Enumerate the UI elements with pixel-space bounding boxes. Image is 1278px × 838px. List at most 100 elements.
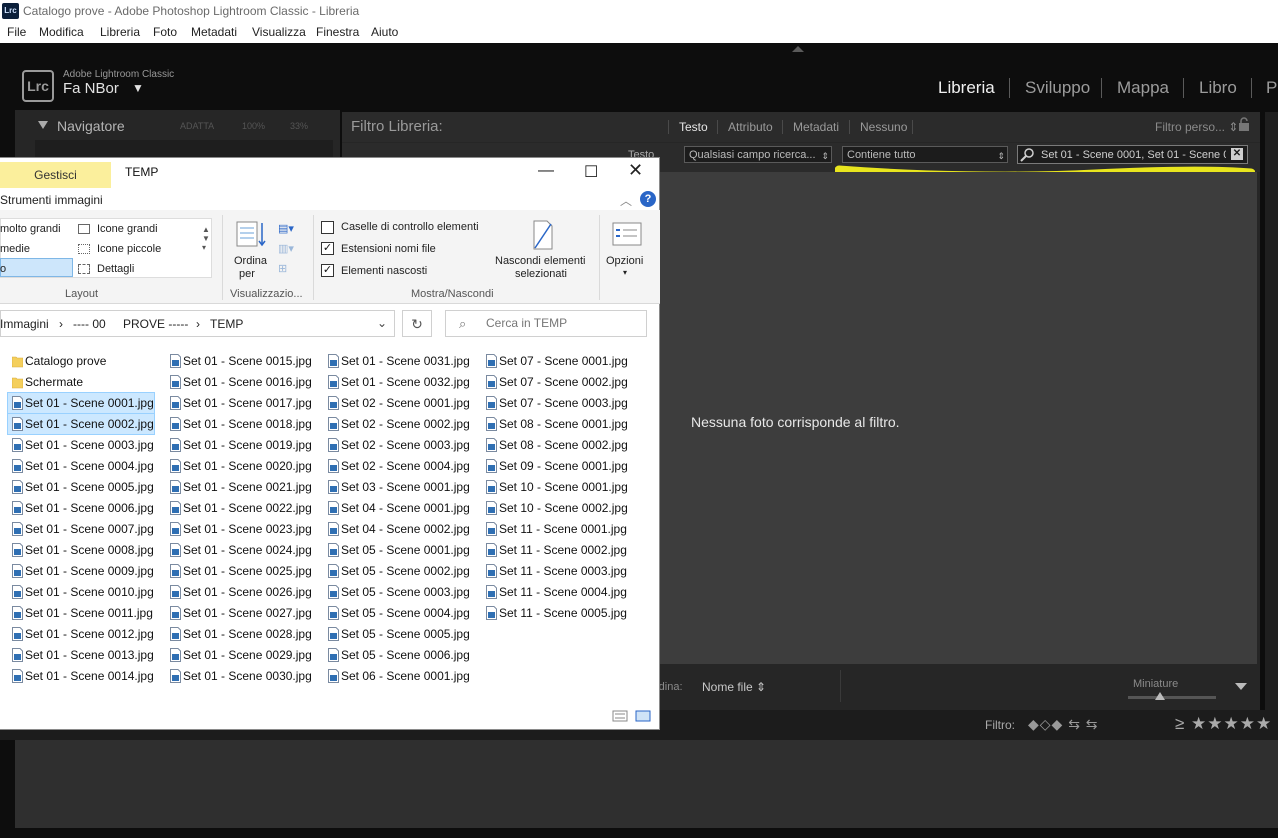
menu-aiuto[interactable]: Aiuto <box>371 25 398 39</box>
layout-small[interactable]: Icone piccole <box>97 243 161 255</box>
file-item[interactable]: Set 05 - Scene 0006.jpg <box>324 645 470 665</box>
filter-tab-attributo[interactable]: Attributo <box>728 120 773 134</box>
file-item[interactable]: Set 05 - Scene 0002.jpg <box>324 561 470 581</box>
maximize-button[interactable]: ☐ <box>584 162 598 182</box>
flag-filter-icons[interactable]: ◆◇◆ ⇆ ⇆ <box>1028 716 1099 733</box>
hide-selected-label[interactable]: Nascondi elementi <box>495 255 586 267</box>
file-item[interactable]: Set 01 - Scene 0015.jpg <box>166 351 312 371</box>
file-item[interactable]: Set 07 - Scene 0001.jpg <box>482 351 628 371</box>
layout-extra-large[interactable]: molto grandi <box>0 223 61 235</box>
file-item[interactable]: Set 01 - Scene 0020.jpg <box>166 456 312 476</box>
menu-libreria[interactable]: Libreria <box>100 25 140 39</box>
module-libreria[interactable]: Libreria <box>938 78 995 98</box>
file-item[interactable]: Set 01 - Scene 0018.jpg <box>166 414 312 434</box>
breadcrumb-temp[interactable]: TEMP <box>210 317 243 331</box>
view-toggle-icons[interactable] <box>612 709 652 723</box>
sort-by-icon[interactable] <box>235 219 267 249</box>
file-item[interactable]: Set 10 - Scene 0001.jpg <box>482 477 628 497</box>
file-item[interactable]: Set 05 - Scene 0005.jpg <box>324 624 470 644</box>
lock-icon[interactable] <box>1238 117 1250 131</box>
module-mappa[interactable]: Mappa <box>1117 78 1169 98</box>
minimize-button[interactable]: — <box>538 162 554 180</box>
layout-selected[interactable] <box>0 258 73 277</box>
search-field-dropdown[interactable]: Qualsiasi campo ricerca... ⇕ <box>684 146 832 163</box>
file-item[interactable]: Set 01 - Scene 0006.jpg <box>8 498 154 518</box>
file-item[interactable]: Set 02 - Scene 0004.jpg <box>324 456 470 476</box>
file-extensions-checkbox[interactable]: ✓ <box>321 242 334 255</box>
sort-dropdown[interactable]: Nome file ⇕ <box>702 680 766 694</box>
menu-metadati[interactable]: Metadati <box>191 25 237 39</box>
close-button[interactable]: ✕ <box>628 160 643 181</box>
file-item[interactable]: Set 01 - Scene 0002.jpg <box>7 413 155 435</box>
menu-foto[interactable]: Foto <box>153 25 177 39</box>
folder-item[interactable]: Catalogo prove <box>8 351 154 371</box>
hide-selected-sublabel[interactable]: selezionati <box>515 268 567 280</box>
file-item[interactable]: Set 10 - Scene 0002.jpg <box>482 498 628 518</box>
file-item[interactable]: Set 01 - Scene 0007.jpg <box>8 519 154 539</box>
file-item[interactable]: Set 01 - Scene 0025.jpg <box>166 561 312 581</box>
rule-dropdown[interactable]: Contiene tutto ⇕ <box>842 146 1008 163</box>
file-item[interactable]: Set 01 - Scene 0027.jpg <box>166 603 312 623</box>
file-item[interactable]: Set 11 - Scene 0005.jpg <box>482 603 628 623</box>
toolbar-options-chevron-icon[interactable] <box>1235 683 1247 690</box>
navigator-100[interactable]: 100% <box>242 121 265 131</box>
breadcrumb-immagini[interactable]: Immagini <box>0 317 49 331</box>
menu-file[interactable]: File <box>7 25 26 39</box>
file-item[interactable]: Set 01 - Scene 0022.jpg <box>166 498 312 518</box>
options-icon[interactable] <box>612 221 642 249</box>
item-checkboxes-checkbox[interactable] <box>321 221 334 234</box>
file-item[interactable]: Set 08 - Scene 0001.jpg <box>482 414 628 434</box>
file-item[interactable]: Set 01 - Scene 0029.jpg <box>166 645 312 665</box>
layout-details[interactable]: Dettagli <box>97 263 134 275</box>
module-libro[interactable]: Libro <box>1199 78 1237 98</box>
slider-knob[interactable] <box>1155 692 1165 700</box>
file-item[interactable]: Set 01 - Scene 0010.jpg <box>8 582 154 602</box>
menu-modifica[interactable]: Modifica <box>39 25 84 39</box>
file-item[interactable]: Set 01 - Scene 0017.jpg <box>166 393 312 413</box>
thumbnail-size-slider[interactable] <box>1128 696 1216 699</box>
file-item[interactable]: Set 09 - Scene 0001.jpg <box>482 456 628 476</box>
item-checkboxes-label[interactable]: Caselle di controllo elementi <box>341 221 479 233</box>
file-item[interactable]: Set 01 - Scene 0024.jpg <box>166 540 312 560</box>
layout-list[interactable]: o <box>0 263 6 275</box>
file-item[interactable]: Set 02 - Scene 0003.jpg <box>324 435 470 455</box>
file-item[interactable]: Set 01 - Scene 0003.jpg <box>8 435 154 455</box>
address-history-chevron-icon[interactable]: ⌄ <box>377 316 387 330</box>
sort-by-label[interactable]: Ordina <box>234 255 267 267</box>
module-sviluppo[interactable]: Sviluppo <box>1025 78 1090 98</box>
breadcrumb-00[interactable]: ---- 00 <box>73 317 106 331</box>
file-item[interactable]: Set 01 - Scene 0001.jpg <box>7 392 155 414</box>
breadcrumb-separator[interactable]: › <box>196 317 200 331</box>
file-item[interactable]: Set 01 - Scene 0019.jpg <box>166 435 312 455</box>
file-item[interactable]: Set 01 - Scene 0008.jpg <box>8 540 154 560</box>
hidden-items-label[interactable]: Elementi nascosti <box>341 265 427 277</box>
file-item[interactable]: Set 01 - Scene 0023.jpg <box>166 519 312 539</box>
file-item[interactable]: Set 05 - Scene 0001.jpg <box>324 540 470 560</box>
navigator-fit[interactable]: ADATTA <box>180 121 214 131</box>
sort-by-sublabel[interactable]: per <box>239 268 255 280</box>
layout-large[interactable]: Icone grandi <box>97 223 158 235</box>
gallery-scroll-icon[interactable]: ▲ ▼ ▾ <box>202 225 210 252</box>
file-item[interactable]: Set 01 - Scene 0011.jpg <box>8 603 154 623</box>
options-label[interactable]: Opzioni <box>606 255 643 267</box>
size-columns-icon[interactable]: ⊞ <box>278 262 287 275</box>
file-item[interactable]: Set 01 - Scene 0016.jpg <box>166 372 312 392</box>
group-by-icon[interactable]: ▤▾ <box>278 222 294 235</box>
file-item[interactable]: Set 01 - Scene 0028.jpg <box>166 624 312 644</box>
file-item[interactable]: Set 11 - Scene 0001.jpg <box>482 519 628 539</box>
file-item[interactable]: Set 11 - Scene 0002.jpg <box>482 540 628 560</box>
file-item[interactable]: Set 01 - Scene 0030.jpg <box>166 666 312 686</box>
breadcrumb-separator[interactable]: › <box>59 317 63 331</box>
file-item[interactable]: Set 01 - Scene 0014.jpg <box>8 666 154 686</box>
collapse-ribbon-icon[interactable]: ︿ <box>620 192 632 209</box>
file-extensions-label[interactable]: Estensioni nomi file <box>341 243 436 255</box>
file-item[interactable]: Set 02 - Scene 0002.jpg <box>324 414 470 434</box>
file-item[interactable]: Set 04 - Scene 0002.jpg <box>324 519 470 539</box>
picture-tools-tab[interactable]: Strumenti immagini <box>0 193 103 207</box>
identity-plate[interactable]: Fa NBor <box>63 80 119 97</box>
breadcrumb-prove[interactable]: PROVE ----- <box>123 317 188 331</box>
refresh-button[interactable]: ↻ <box>402 310 432 337</box>
module-presentazione[interactable]: P <box>1266 78 1277 98</box>
filter-preset-dropdown[interactable]: Filtro perso... ⇕ <box>1155 120 1238 134</box>
file-item[interactable]: Set 03 - Scene 0001.jpg <box>324 477 470 497</box>
